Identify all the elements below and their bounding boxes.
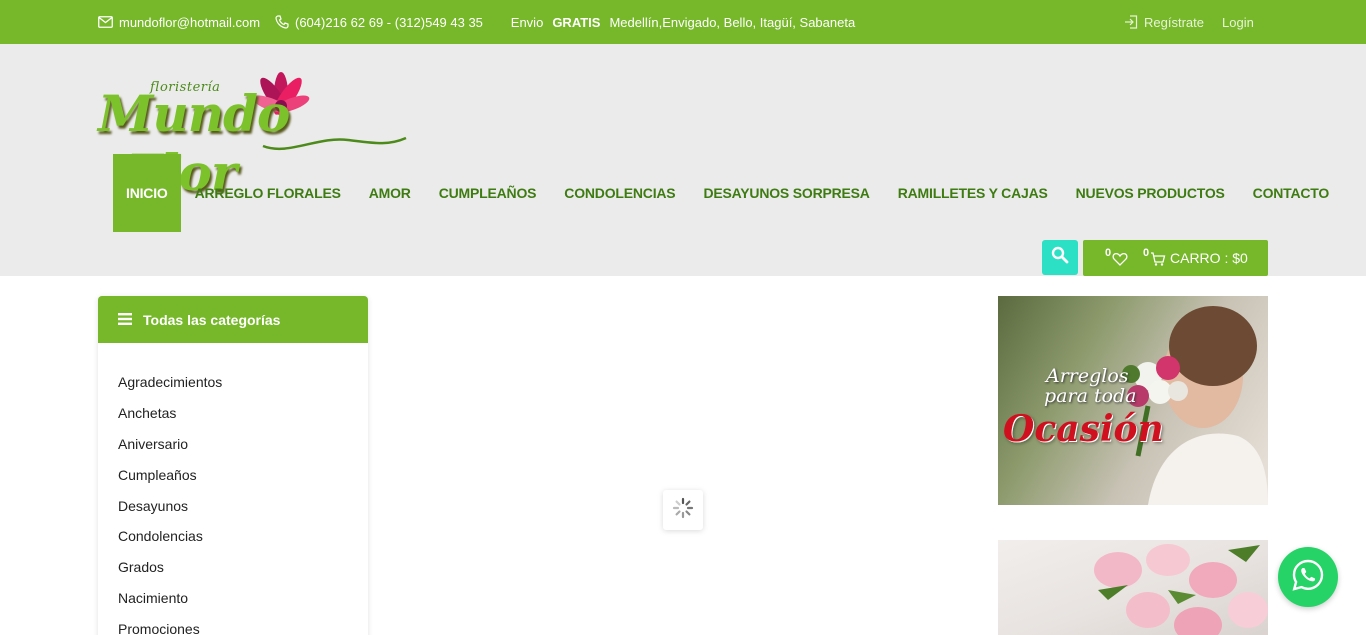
banner-line-3: Ocasión	[1003, 408, 1164, 450]
category-item-aniversario[interactable]: Aniversario	[98, 429, 368, 460]
register-label: Regístrate	[1144, 14, 1204, 30]
search-button[interactable]	[1042, 240, 1078, 275]
nav-item-arreglo-florales[interactable]: ARREGLO FLORALES	[181, 154, 355, 232]
category-item-desayunos[interactable]: Desayunos	[98, 490, 368, 521]
register-link[interactable]: Regístrate	[1124, 0, 1204, 44]
nav-item-cumpleanos[interactable]: CUMPLEAÑOS	[425, 154, 551, 232]
promo-banner-occasions[interactable]: Arreglos para toda Ocasión	[998, 296, 1268, 505]
nav-item-contacto[interactable]: CONTACTO	[1239, 154, 1343, 232]
category-item-promociones[interactable]: Promociones	[98, 613, 368, 635]
category-list: Agradecimientos Anchetas Aniversario Cum…	[98, 343, 368, 635]
banner-headline: Arreglos para toda	[1044, 365, 1137, 407]
promo-prefix: Envio	[510, 14, 544, 30]
category-item-grados[interactable]: Grados	[98, 552, 368, 583]
cart-total-label[interactable]: CARRO : $0	[1170, 250, 1248, 266]
roses-photo	[1094, 544, 1268, 635]
wishlist-button[interactable]: 0	[1105, 247, 1128, 270]
cart-count: 0	[1143, 247, 1150, 259]
category-item-cumpleanos[interactable]: Cumpleaños	[98, 459, 368, 490]
promo-bold: GRATIS	[552, 14, 601, 30]
top-bar: mundoflor@hotmail.com (604)216 62 69 - (…	[0, 0, 1366, 44]
category-item-condolencias[interactable]: Condolencias	[98, 521, 368, 552]
spinner-icon	[672, 497, 694, 524]
category-item-anchetas[interactable]: Anchetas	[98, 398, 368, 429]
whatsapp-icon	[1290, 557, 1326, 598]
nav-item-amor[interactable]: AMOR	[355, 154, 425, 232]
heart-icon	[1112, 247, 1128, 270]
site-header: floristería MundoFlor INICIO ARREGLO FLO…	[0, 44, 1366, 276]
nav-item-condolencias[interactable]: CONDOLENCIAS	[550, 154, 689, 232]
whatsapp-button[interactable]	[1278, 547, 1338, 607]
category-item-nacimiento[interactable]: Nacimiento	[98, 583, 368, 614]
wishlist-count: 0	[1105, 247, 1112, 259]
nav-item-desayunos-sorpresa[interactable]: DESAYUNOS SORPRESA	[689, 154, 883, 232]
banner-line-2: para toda	[1044, 385, 1137, 407]
site-logo[interactable]: floristería MundoFlor	[98, 66, 408, 202]
cart-icon	[1150, 247, 1166, 270]
login-arrow-icon	[1124, 15, 1138, 29]
search-icon	[1051, 246, 1069, 269]
main-nav: INICIO ARREGLO FLORALES AMOR CUMPLEAÑOS …	[113, 154, 1343, 232]
category-item-agradecimientos[interactable]: Agradecimientos	[98, 367, 368, 398]
logo-swirl	[262, 136, 407, 151]
banner-line-1: Arreglos	[1046, 365, 1129, 387]
category-panel: Todas las categorías Agradecimientos Anc…	[98, 296, 368, 635]
promo-banner-roses[interactable]	[998, 540, 1268, 635]
nav-item-inicio[interactable]: INICIO	[113, 154, 181, 232]
category-panel-header[interactable]: Todas las categorías	[98, 296, 368, 343]
loading-indicator	[663, 490, 703, 530]
nav-item-ramilletes-y-cajas[interactable]: RAMILLETES Y CAJAS	[884, 154, 1062, 232]
category-panel-title: Todas las categorías	[143, 311, 281, 328]
nav-item-nuevos-productos[interactable]: NUEVOS PRODUCTOS	[1062, 154, 1239, 232]
login-link[interactable]: Login	[1222, 0, 1254, 44]
promo-suffix: Medellín,Envigado, Bello, Itagüí, Sabane…	[609, 14, 856, 30]
cart-bar: 0 0 CARRO : $0	[1083, 240, 1268, 276]
cart-button[interactable]: 0	[1143, 247, 1166, 270]
hamburger-icon	[118, 312, 132, 328]
